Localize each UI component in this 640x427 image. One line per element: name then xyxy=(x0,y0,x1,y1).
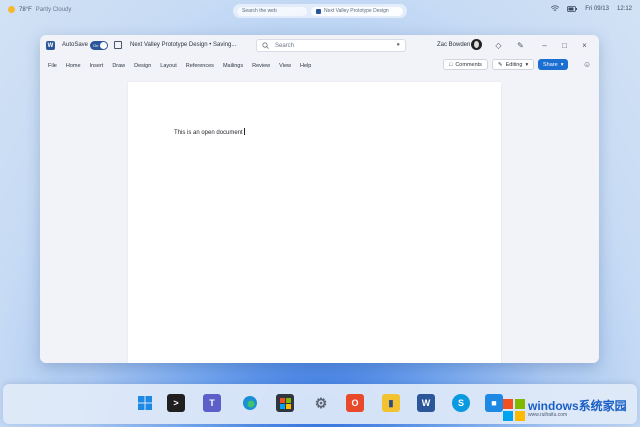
web-search-segment[interactable]: Search the web xyxy=(237,6,307,16)
menu-view[interactable]: View xyxy=(279,63,291,69)
search-icon xyxy=(262,42,269,49)
menu-design[interactable]: Design xyxy=(134,63,151,69)
desktop-top-bar: 78°F Partly Cloudy Search the web Next V… xyxy=(0,0,640,20)
battery-icon xyxy=(567,5,578,12)
pen-icon[interactable]: ✎ xyxy=(516,41,525,50)
document-body[interactable]: This is an open document xyxy=(174,128,245,136)
weather-temp: 78°F xyxy=(19,6,32,13)
wifi-icon xyxy=(551,5,560,11)
file-explorer-icon[interactable]: ▮ xyxy=(382,394,400,412)
skype-icon[interactable]: S xyxy=(452,394,470,412)
word-logo-icon: W xyxy=(46,41,55,50)
word-window: W AutoSave On Next Valley Prototype Desi… xyxy=(40,35,599,363)
document-title[interactable]: Next Valley Prototype Design • Saving... xyxy=(130,42,236,48)
comment-icon: □ xyxy=(449,61,453,68)
edge-icon[interactable] xyxy=(241,394,259,412)
weather-widget[interactable]: 78°F Partly Cloudy xyxy=(8,6,71,13)
autosave-toggle[interactable]: On xyxy=(90,41,108,50)
word-doc-icon xyxy=(316,8,321,14)
feedback-icon[interactable]: ☺ xyxy=(583,60,591,69)
windows-logo-icon xyxy=(503,398,525,421)
menu-home[interactable]: Home xyxy=(66,63,81,69)
system-tray[interactable]: Fri 09/13 12:12 xyxy=(551,5,632,12)
menu-file[interactable]: File xyxy=(48,63,57,69)
menu-draw[interactable]: Draw xyxy=(112,63,125,69)
microphone-icon[interactable]: ● xyxy=(396,42,400,48)
title-bar: W AutoSave On Next Valley Prototype Desi… xyxy=(40,35,599,57)
start-icon[interactable] xyxy=(136,394,154,412)
watermark: windows系统家园 www.ruihaitu.com xyxy=(503,394,637,425)
settings-icon[interactable]: ⚙ xyxy=(312,394,330,412)
menu-help[interactable]: Help xyxy=(300,63,311,69)
document-text: This is an open document xyxy=(174,130,243,136)
office-icon[interactable]: O xyxy=(346,394,364,412)
user-name[interactable]: Zac Bowden xyxy=(437,42,470,48)
share-button[interactable]: Share ▾ xyxy=(538,59,569,70)
search-placeholder: Search xyxy=(275,42,295,49)
teams-icon[interactable]: T xyxy=(203,394,221,412)
document-page[interactable]: This is an open document xyxy=(128,82,501,363)
save-icon[interactable] xyxy=(114,41,122,49)
system-time: 12:12 xyxy=(616,5,632,12)
weather-condition: Partly Cloudy xyxy=(35,6,72,13)
store-icon[interactable] xyxy=(276,394,294,412)
menu-references[interactable]: References xyxy=(186,63,214,69)
comments-button[interactable]: □ Comments xyxy=(443,59,488,70)
editing-label: Editing xyxy=(505,61,523,68)
system-date: Fri 09/13 xyxy=(585,5,609,12)
open-document-title: Next Valley Prototype Design xyxy=(324,8,389,14)
pencil-icon: ✎ xyxy=(498,61,503,68)
cube-icon[interactable]: ■ xyxy=(485,394,503,412)
diamond-icon[interactable]: ◇ xyxy=(494,41,503,50)
avatar[interactable] xyxy=(471,39,482,50)
close-icon[interactable]: × xyxy=(580,41,589,50)
menu-mailings[interactable]: Mailings xyxy=(223,63,243,69)
menu-review[interactable]: Review xyxy=(252,63,270,69)
search-box[interactable]: Search ● xyxy=(256,39,406,52)
word-icon[interactable]: W xyxy=(417,394,435,412)
menu-insert[interactable]: Insert xyxy=(90,63,104,69)
watermark-brand: windows系统家园 xyxy=(528,399,627,413)
maximize-icon[interactable]: □ xyxy=(560,41,569,50)
chevron-down-icon: ▾ xyxy=(525,61,529,68)
autosave-label: AutoSave xyxy=(62,42,89,48)
top-search-pill[interactable]: Search the web Next Valley Prototype Des… xyxy=(233,4,407,18)
toggle-state: On xyxy=(93,43,99,48)
menu-layout[interactable]: Layout xyxy=(160,63,177,69)
comments-label: Comments xyxy=(455,61,482,68)
watermark-url: www.ruihaitu.com xyxy=(528,412,568,418)
text-cursor xyxy=(243,128,245,135)
chevron-down-icon: ▾ xyxy=(560,61,564,68)
terminal-icon[interactable]: > xyxy=(167,394,185,412)
open-document-segment[interactable]: Next Valley Prototype Design xyxy=(311,6,403,16)
sun-icon xyxy=(8,6,15,13)
editing-button[interactable]: ✎ Editing ▾ xyxy=(492,59,535,70)
share-label: Share xyxy=(543,61,558,68)
minimize-icon[interactable]: – xyxy=(540,41,549,50)
